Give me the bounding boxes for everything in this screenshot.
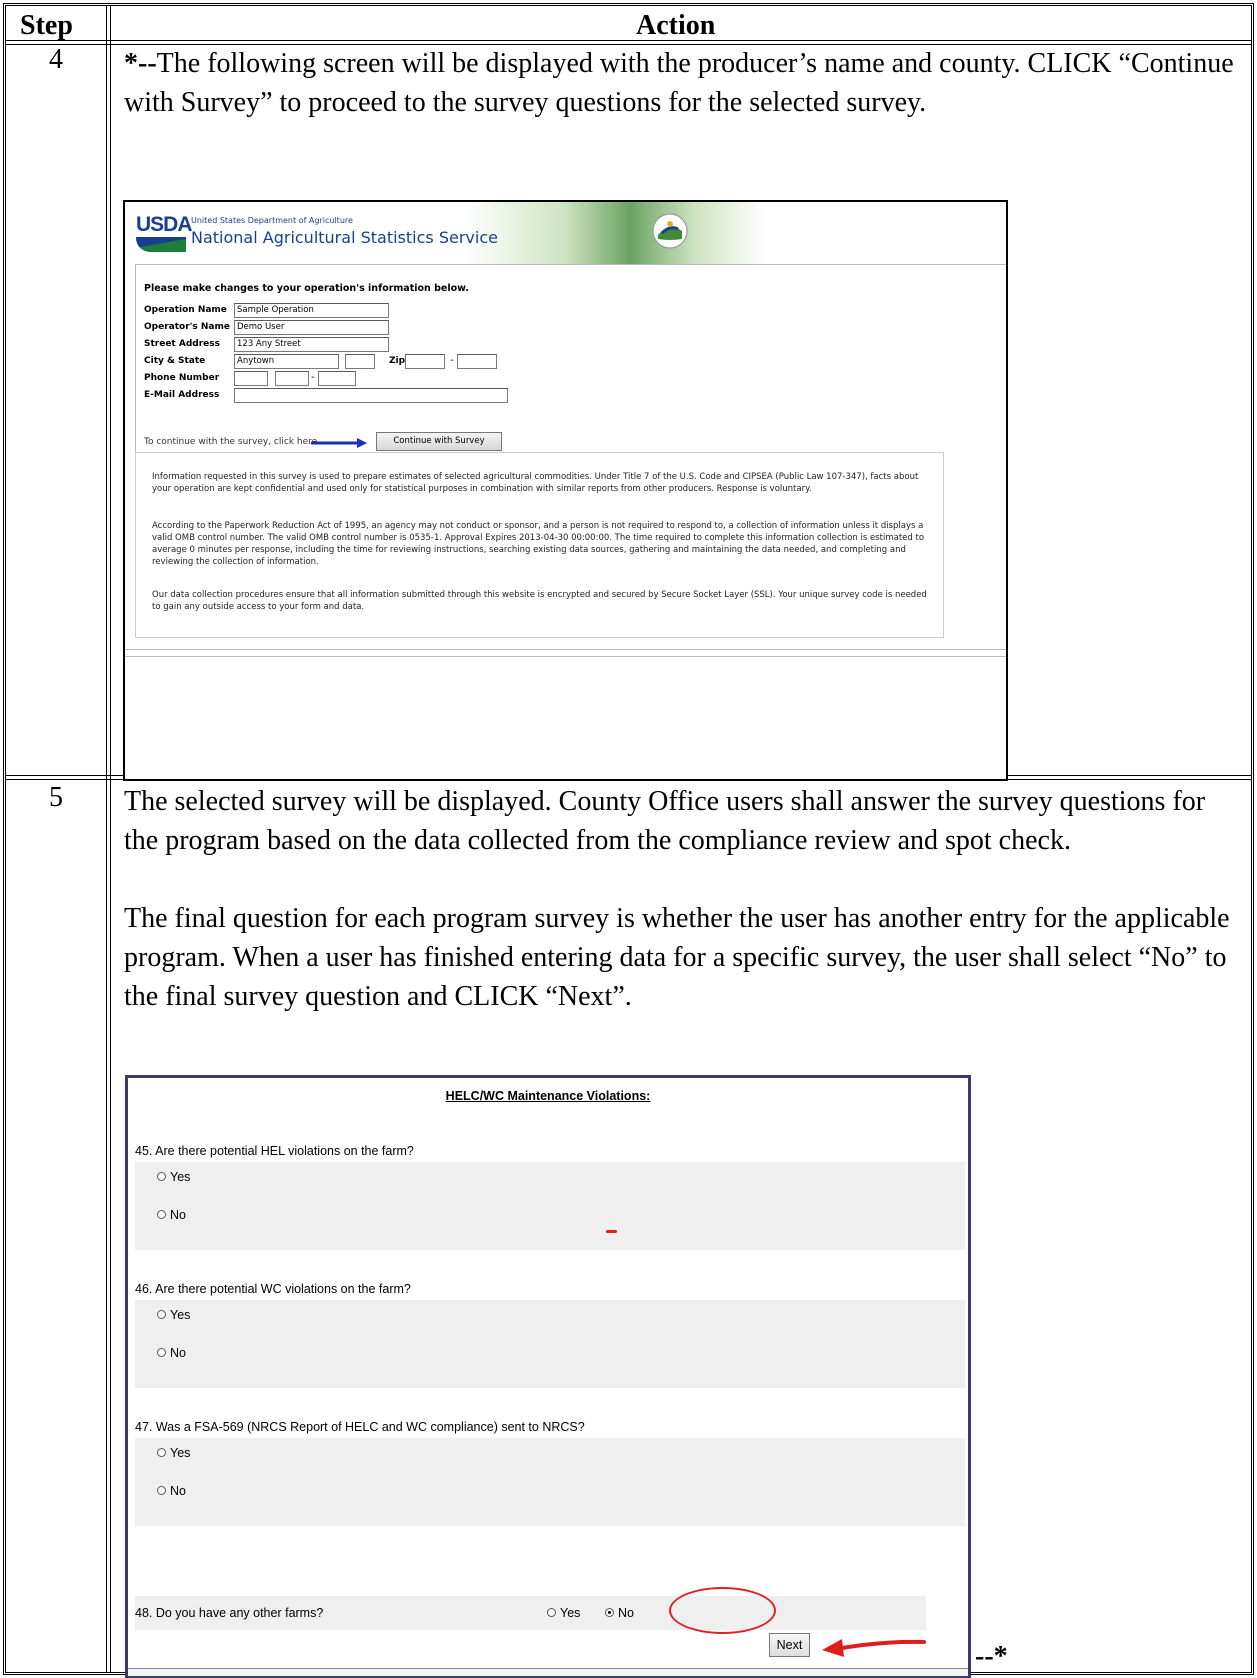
q47-yes-option[interactable]: Yes <box>157 1446 190 1460</box>
divider <box>125 656 1006 657</box>
question-45-options: Yes No <box>135 1162 965 1250</box>
phone-label: Phone Number <box>144 373 220 383</box>
question-45-label: 45. Are there potential HEL violations o… <box>135 1144 414 1158</box>
usda-logo: USDA <box>136 214 193 252</box>
radio-icon[interactable] <box>157 1348 166 1357</box>
notice-paragraph-1: Information requested in this survey is … <box>152 472 919 494</box>
radio-icon[interactable] <box>157 1172 166 1181</box>
continue-instruction: To continue with the survey, click here <box>144 437 318 447</box>
header-step: Step <box>20 10 73 41</box>
continue-with-survey-button[interactable]: Continue with Survey <box>376 432 502 451</box>
column-divider <box>106 6 111 1672</box>
q48-no-option[interactable]: No <box>605 1606 634 1620</box>
operator-name-label: Operator's Name <box>144 322 230 332</box>
operator-name-row: Operator's Name Demo User <box>144 320 444 336</box>
q46-no-option[interactable]: No <box>157 1346 186 1360</box>
department-name: United States Department of Agriculture <box>191 216 353 225</box>
notice-paragraph-2: According to the Paperwork Reduction Act… <box>152 521 925 567</box>
survey-screenshot: HELC/WC Maintenance Violations: 45. Are … <box>125 1075 971 1678</box>
nass-screenshot: USDA United States Department of Agricul… <box>123 200 1008 781</box>
question-46-options: Yes No <box>135 1300 965 1388</box>
email-label: E-Mail Address <box>144 390 220 400</box>
zip-label: Zip <box>389 356 406 366</box>
agency-name: National Agricultural Statistics Service <box>191 228 498 247</box>
operation-name-input[interactable]: Sample Operation <box>234 303 389 318</box>
operation-info-section: Please make changes to your operation's … <box>135 264 1006 464</box>
red-mark <box>606 1230 617 1233</box>
highlight-circle <box>669 1587 776 1634</box>
radio-icon[interactable] <box>157 1210 166 1219</box>
radio-icon[interactable] <box>157 1448 166 1457</box>
q47-no-option[interactable]: No <box>157 1484 186 1498</box>
question-46-label: 46. Are there potential WC violations on… <box>135 1282 411 1296</box>
nass-seal-icon <box>652 213 688 249</box>
radio-selected-icon[interactable] <box>605 1608 614 1617</box>
email-input[interactable] <box>234 388 508 403</box>
city-state-label: City & State <box>144 356 206 366</box>
arrow-right-icon <box>311 438 367 448</box>
operation-name-label: Operation Name <box>144 305 227 315</box>
city-input[interactable]: Anytown <box>234 354 339 369</box>
step-5-paragraph-2: The final question for each program surv… <box>124 903 1230 1012</box>
phone-area-input[interactable] <box>234 371 268 386</box>
procedure-table: Step Action 4 *--The following screen wi… <box>3 3 1254 1678</box>
street-address-label: Street Address <box>144 339 220 349</box>
step-4-instructions: The following screen will be displayed w… <box>124 48 1234 118</box>
confidentiality-notice: Information requested in this survey is … <box>135 452 944 638</box>
phone-prefix-input[interactable] <box>275 371 309 386</box>
divider <box>125 649 1006 650</box>
q45-no-option[interactable]: No <box>157 1208 186 1222</box>
survey-footer <box>128 1668 968 1676</box>
question-48-label: 48. Do you have any other farms? <box>135 1606 324 1620</box>
survey-section-title: HELC/WC Maintenance Violations: <box>445 1089 651 1103</box>
email-row: E-Mail Address <box>144 388 544 404</box>
zip-ext-input[interactable] <box>457 354 497 369</box>
red-arrow-icon <box>822 1639 926 1657</box>
street-address-input[interactable]: 123 Any Street <box>234 337 389 352</box>
city-state-row: City & State Anytown Zip - <box>144 354 564 370</box>
operation-info-prompt: Please make changes to your operation's … <box>144 283 469 294</box>
radio-icon[interactable] <box>547 1608 556 1617</box>
phone-row: Phone Number - <box>144 371 444 387</box>
street-address-row: Street Address 123 Any Street <box>144 337 444 353</box>
zip-input[interactable] <box>405 354 445 369</box>
q45-yes-option[interactable]: Yes <box>157 1170 190 1184</box>
phone-line-input[interactable] <box>318 371 356 386</box>
state-input[interactable] <box>345 354 375 369</box>
next-button[interactable]: Next <box>769 1633 810 1657</box>
step-4-text: *--The following screen will be displaye… <box>124 44 1244 122</box>
radio-icon[interactable] <box>157 1310 166 1319</box>
change-mark-end: --* <box>975 1641 1008 1672</box>
question-47-label: 47. Was a FSA-569 (NRCS Report of HELC a… <box>135 1420 585 1434</box>
change-mark-start: *-- <box>124 48 157 79</box>
radio-icon[interactable] <box>157 1486 166 1495</box>
operation-name-row: Operation Name Sample Operation <box>144 303 444 319</box>
step-5-number: 5 <box>49 782 63 813</box>
q48-yes-option[interactable]: Yes <box>547 1606 580 1620</box>
operator-name-input[interactable]: Demo User <box>234 320 389 335</box>
header-action: Action <box>636 10 716 41</box>
question-47-options: Yes No <box>135 1438 965 1526</box>
step-4-number: 4 <box>49 44 63 75</box>
question-48-row: 48. Do you have any other farms? Yes No <box>135 1596 926 1630</box>
q46-yes-option[interactable]: Yes <box>157 1308 190 1322</box>
step-5-paragraph-1: The selected survey will be displayed. C… <box>124 786 1206 856</box>
notice-paragraph-3: Our data collection procedures ensure th… <box>152 590 927 612</box>
